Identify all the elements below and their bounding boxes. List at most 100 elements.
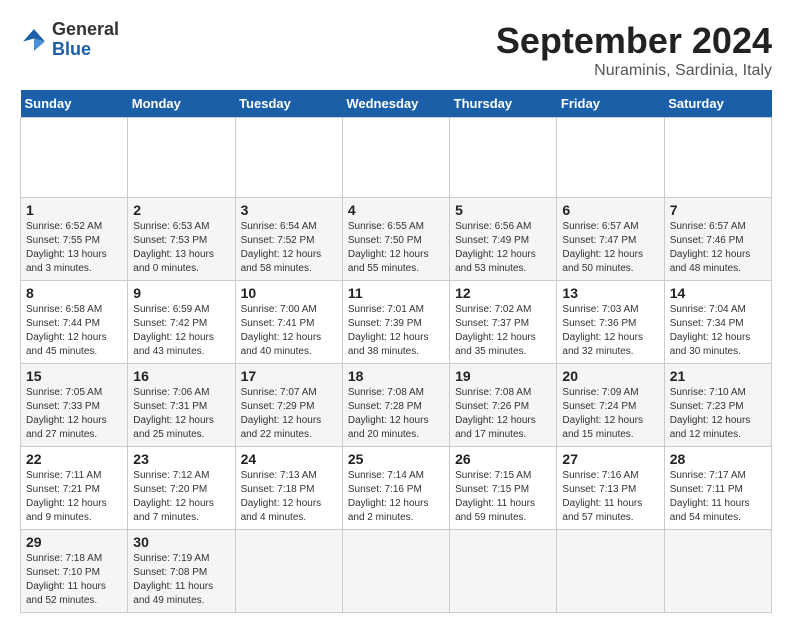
day-info: Sunrise: 7:17 AMSunset: 7:11 PMDaylight:… bbox=[670, 469, 766, 525]
day-number: 2 bbox=[133, 202, 229, 218]
calendar-day: 25 Sunrise: 7:14 AMSunset: 7:16 PMDayligh… bbox=[342, 447, 449, 530]
day-info: Sunrise: 7:14 AMSunset: 7:16 PMDaylight:… bbox=[348, 469, 444, 525]
logo-blue-text: Blue bbox=[52, 39, 91, 59]
calendar-day: 23Sunrise: 7:12 AMSunset: 7:20 PMDayligh… bbox=[128, 447, 235, 530]
calendar-day: 16Sunrise: 7:06 AMSunset: 7:31 PMDayligh… bbox=[128, 364, 235, 447]
calendar-day bbox=[235, 118, 342, 198]
calendar-day: 6 Sunrise: 6:57 AMSunset: 7:47 PMDaylight… bbox=[557, 198, 664, 281]
calendar-day: 13Sunrise: 7:03 AMSunset: 7:36 PMDayligh… bbox=[557, 281, 664, 364]
logo-icon bbox=[20, 26, 48, 54]
day-number: 11 bbox=[348, 285, 444, 301]
day-number: 1 bbox=[26, 202, 122, 218]
day-number: 12 bbox=[455, 285, 551, 301]
day-number: 9 bbox=[133, 285, 229, 301]
calendar-week-3: 8 Sunrise: 6:58 AMSunset: 7:44 PMDaylight… bbox=[21, 281, 772, 364]
day-info: Sunrise: 7:08 AMSunset: 7:28 PMDaylight:… bbox=[348, 386, 444, 442]
day-info: Sunrise: 7:02 AMSunset: 7:37 PMDaylight:… bbox=[455, 303, 551, 359]
calendar-week-6: 29Sunrise: 7:18 AMSunset: 7:10 PMDayligh… bbox=[21, 530, 772, 613]
location: Nuraminis, Sardinia, Italy bbox=[496, 62, 772, 80]
day-number: 16 bbox=[133, 368, 229, 384]
calendar-day: 9 Sunrise: 6:59 AMSunset: 7:42 PMDaylight… bbox=[128, 281, 235, 364]
calendar-day bbox=[342, 530, 449, 613]
day-number: 8 bbox=[26, 285, 122, 301]
calendar-day: 22 Sunrise: 7:11 AMSunset: 7:21 PMDayligh… bbox=[21, 447, 128, 530]
calendar-table: SundayMondayTuesdayWednesdayThursdayFrid… bbox=[20, 90, 772, 613]
calendar-day: 27Sunrise: 7:16 AMSunset: 7:13 PMDayligh… bbox=[557, 447, 664, 530]
day-info: Sunrise: 7:16 AMSunset: 7:13 PMDaylight:… bbox=[562, 469, 658, 525]
calendar-day: 1 Sunrise: 6:52 AMSunset: 7:55 PMDaylight… bbox=[21, 198, 128, 281]
calendar-day: 30 Sunrise: 7:19 AMSunset: 7:08 PMDayligh… bbox=[128, 530, 235, 613]
day-number: 5 bbox=[455, 202, 551, 218]
day-number: 20 bbox=[562, 368, 658, 384]
day-info: Sunrise: 6:56 AMSunset: 7:49 PMDaylight:… bbox=[455, 220, 551, 276]
calendar-day: 7 Sunrise: 6:57 AMSunset: 7:46 PMDaylight… bbox=[664, 198, 771, 281]
day-info: Sunrise: 7:07 AMSunset: 7:29 PMDaylight:… bbox=[241, 386, 337, 442]
day-info: Sunrise: 7:13 AMSunset: 7:18 PMDaylight:… bbox=[241, 469, 337, 525]
day-info: Sunrise: 7:15 AMSunset: 7:15 PMDaylight:… bbox=[455, 469, 551, 525]
logo-general-text: General bbox=[52, 19, 119, 39]
calendar-day: 4Sunrise: 6:55 AMSunset: 7:50 PMDaylight… bbox=[342, 198, 449, 281]
day-number: 22 bbox=[26, 451, 122, 467]
calendar-day bbox=[450, 530, 557, 613]
calendar-day: 3Sunrise: 6:54 AMSunset: 7:52 PMDaylight… bbox=[235, 198, 342, 281]
day-number: 10 bbox=[241, 285, 337, 301]
calendar-week-5: 22 Sunrise: 7:11 AMSunset: 7:21 PMDayligh… bbox=[21, 447, 772, 530]
calendar-day bbox=[557, 530, 664, 613]
day-number: 7 bbox=[670, 202, 766, 218]
calendar-day: 26 Sunrise: 7:15 AMSunset: 7:15 PMDayligh… bbox=[450, 447, 557, 530]
calendar-day bbox=[664, 530, 771, 613]
calendar-day: 12 Sunrise: 7:02 AMSunset: 7:37 PMDayligh… bbox=[450, 281, 557, 364]
calendar-week-1 bbox=[21, 118, 772, 198]
day-info: Sunrise: 7:10 AMSunset: 7:23 PMDaylight:… bbox=[670, 386, 766, 442]
calendar-day bbox=[557, 118, 664, 198]
day-info: Sunrise: 7:19 AMSunset: 7:08 PMDaylight:… bbox=[133, 552, 229, 608]
calendar-day: 14Sunrise: 7:04 AMSunset: 7:34 PMDayligh… bbox=[664, 281, 771, 364]
weekday-header-tuesday: Tuesday bbox=[235, 90, 342, 118]
day-number: 30 bbox=[133, 534, 229, 550]
page-header: General Blue September 2024 Nuraminis, S… bbox=[20, 20, 772, 80]
calendar-day: 8 Sunrise: 6:58 AMSunset: 7:44 PMDaylight… bbox=[21, 281, 128, 364]
calendar-day: 11Sunrise: 7:01 AMSunset: 7:39 PMDayligh… bbox=[342, 281, 449, 364]
calendar-day: 24 Sunrise: 7:13 AMSunset: 7:18 PMDayligh… bbox=[235, 447, 342, 530]
calendar-day: 28Sunrise: 7:17 AMSunset: 7:11 PMDayligh… bbox=[664, 447, 771, 530]
day-info: Sunrise: 7:08 AMSunset: 7:26 PMDaylight:… bbox=[455, 386, 551, 442]
weekday-header-friday: Friday bbox=[557, 90, 664, 118]
calendar-day: 2 Sunrise: 6:53 AMSunset: 7:53 PMDaylight… bbox=[128, 198, 235, 281]
logo: General Blue bbox=[20, 20, 119, 60]
calendar-day bbox=[21, 118, 128, 198]
day-number: 14 bbox=[670, 285, 766, 301]
weekday-header-wednesday: Wednesday bbox=[342, 90, 449, 118]
day-info: Sunrise: 6:55 AMSunset: 7:50 PMDaylight:… bbox=[348, 220, 444, 276]
calendar-day bbox=[128, 118, 235, 198]
month-title: September 2024 bbox=[496, 20, 772, 62]
day-info: Sunrise: 7:00 AMSunset: 7:41 PMDaylight:… bbox=[241, 303, 337, 359]
day-info: Sunrise: 6:58 AMSunset: 7:44 PMDaylight:… bbox=[26, 303, 122, 359]
day-info: Sunrise: 7:11 AMSunset: 7:21 PMDaylight:… bbox=[26, 469, 122, 525]
calendar-day: 29Sunrise: 7:18 AMSunset: 7:10 PMDayligh… bbox=[21, 530, 128, 613]
day-number: 18 bbox=[348, 368, 444, 384]
day-number: 21 bbox=[670, 368, 766, 384]
weekday-header-monday: Monday bbox=[128, 90, 235, 118]
calendar-day: 18 Sunrise: 7:08 AMSunset: 7:28 PMDayligh… bbox=[342, 364, 449, 447]
day-info: Sunrise: 6:57 AMSunset: 7:47 PMDaylight:… bbox=[562, 220, 658, 276]
day-number: 25 bbox=[348, 451, 444, 467]
day-number: 29 bbox=[26, 534, 122, 550]
weekday-header-thursday: Thursday bbox=[450, 90, 557, 118]
day-number: 26 bbox=[455, 451, 551, 467]
calendar-day: 15Sunrise: 7:05 AMSunset: 7:33 PMDayligh… bbox=[21, 364, 128, 447]
calendar-day: 20Sunrise: 7:09 AMSunset: 7:24 PMDayligh… bbox=[557, 364, 664, 447]
calendar-week-2: 1 Sunrise: 6:52 AMSunset: 7:55 PMDaylight… bbox=[21, 198, 772, 281]
weekday-header-row: SundayMondayTuesdayWednesdayThursdayFrid… bbox=[21, 90, 772, 118]
day-info: Sunrise: 7:05 AMSunset: 7:33 PMDaylight:… bbox=[26, 386, 122, 442]
calendar-week-4: 15Sunrise: 7:05 AMSunset: 7:33 PMDayligh… bbox=[21, 364, 772, 447]
calendar-day bbox=[235, 530, 342, 613]
day-info: Sunrise: 6:53 AMSunset: 7:53 PMDaylight:… bbox=[133, 220, 229, 276]
title-area: September 2024 Nuraminis, Sardinia, Ital… bbox=[496, 20, 772, 80]
day-info: Sunrise: 6:59 AMSunset: 7:42 PMDaylight:… bbox=[133, 303, 229, 359]
day-info: Sunrise: 6:57 AMSunset: 7:46 PMDaylight:… bbox=[670, 220, 766, 276]
day-number: 6 bbox=[562, 202, 658, 218]
day-number: 13 bbox=[562, 285, 658, 301]
day-info: Sunrise: 6:52 AMSunset: 7:55 PMDaylight:… bbox=[26, 220, 122, 276]
weekday-header-sunday: Sunday bbox=[21, 90, 128, 118]
day-number: 24 bbox=[241, 451, 337, 467]
